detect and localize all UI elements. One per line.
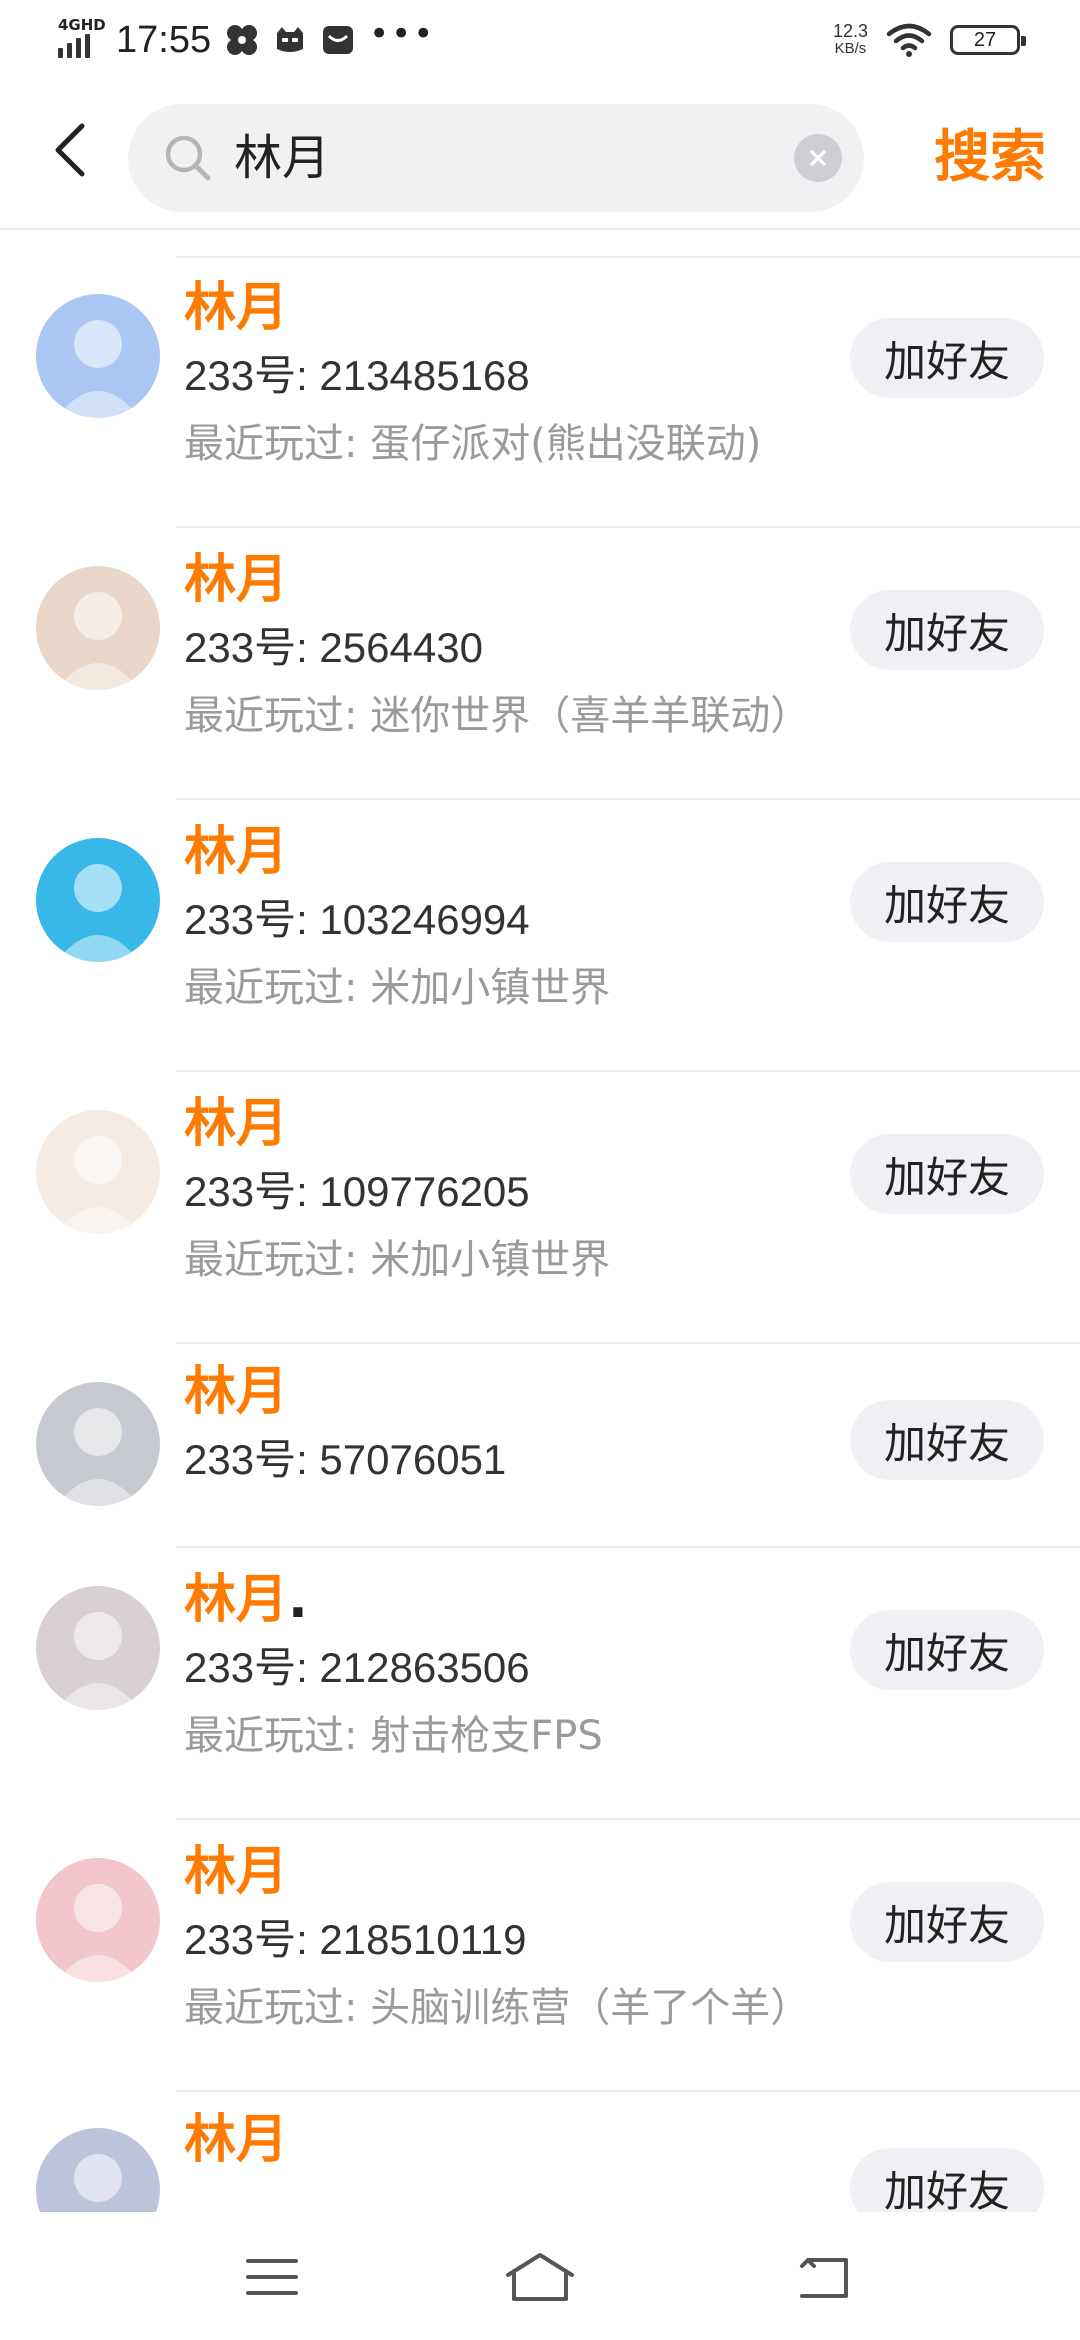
back-button[interactable]	[40, 120, 100, 180]
result-item[interactable]: 林月 233号: 2564430 最近玩过: 迷你世界（喜羊羊联动） 加好友	[0, 528, 1080, 800]
result-item[interactable]: 林月 233号: 213485168 最近玩过: 蛋仔派对(熊出没联动) 加好友	[0, 256, 1080, 528]
user-name: 林月	[184, 1840, 288, 1904]
user-name-text: 林月	[184, 1094, 289, 1154]
clear-search-button[interactable]	[794, 134, 842, 182]
battery-level: 27	[973, 28, 997, 51]
user-name: 林月	[184, 1092, 288, 1156]
user-id: 233号: 57076051	[184, 1436, 507, 1483]
result-item[interactable]: 林月. 233号: 212863506 最近玩过: 射击枪支FPS 加好友	[0, 1548, 1080, 1820]
search-submit-button[interactable]: 搜索	[934, 116, 1046, 200]
recently-played: 最近玩过: 蛋仔派对(熊出没联动)	[184, 421, 762, 467]
menu-button[interactable]	[232, 2242, 312, 2312]
user-name-text: 林月	[184, 2110, 289, 2170]
navigation-bar	[0, 2212, 1080, 2340]
avatar-portrait-icon	[56, 1612, 140, 1710]
result-item[interactable]: 林月 233号: 57076051 加好友	[0, 1344, 1080, 1548]
add-friend-button[interactable]: 加好友	[850, 1400, 1044, 1480]
user-name: 林月	[184, 548, 288, 612]
signal-bars-icon	[58, 32, 98, 58]
search-results-list: 林月 233号: 213485168 最近玩过: 蛋仔派对(熊出没联动) 加好友 林月 2…	[0, 256, 1080, 2212]
search-box[interactable]: 林月	[128, 104, 864, 212]
search-header: 林月 搜索	[0, 84, 1080, 230]
add-friend-button[interactable]: 加好友	[850, 1610, 1044, 1690]
recently-played: 最近玩过: 米加小镇世界	[184, 965, 611, 1011]
add-friend-button[interactable]: 加好友	[850, 862, 1044, 942]
chevron-left-icon	[55, 123, 85, 177]
home-icon	[506, 2253, 574, 2301]
user-name-text: 林月	[184, 278, 289, 338]
network-speed: 12.3 KB/s	[833, 22, 868, 58]
recently-played: 最近玩过: 头脑训练营（羊了个羊）	[184, 1985, 811, 2031]
add-friend-button[interactable]: 加好友	[850, 1882, 1044, 1962]
message-icon	[323, 26, 354, 54]
avatar-portrait-icon	[56, 320, 140, 418]
user-avatar[interactable]	[36, 2128, 160, 2212]
status-bar-right: 12.3 KB/s 27	[833, 22, 1026, 58]
user-name: 林月	[184, 1360, 288, 1424]
user-avatar[interactable]	[36, 1382, 160, 1506]
search-input[interactable]: 林月	[234, 104, 794, 212]
result-item[interactable]: 林月加好友	[0, 2092, 1080, 2212]
close-icon	[810, 150, 826, 166]
battery-indicator: 27	[950, 25, 1026, 55]
user-avatar[interactable]	[36, 1858, 160, 1982]
user-name: 林月.	[184, 1568, 308, 1632]
avatar-portrait-icon	[56, 864, 140, 962]
result-item[interactable]: 林月 233号: 218510119 最近玩过: 头脑训练营（羊了个羊） 加好友	[0, 1820, 1080, 2092]
user-avatar[interactable]	[36, 294, 160, 418]
user-name-text: 林月	[184, 550, 289, 610]
signal-indicator: 4GHD	[58, 16, 106, 62]
user-avatar[interactable]	[36, 838, 160, 962]
pinwheel-icon	[227, 25, 258, 55]
network-type: 4GHD	[58, 16, 106, 34]
avatar-portrait-icon	[56, 1408, 140, 1506]
status-bar-left: 4GHD 17:55 •••	[58, 14, 436, 62]
user-id: 233号: 109776205	[184, 1168, 530, 1215]
avatar-portrait-icon	[56, 1884, 140, 1982]
user-id: 233号: 103246994	[184, 896, 530, 943]
user-id: 233号: 218510119	[184, 1916, 527, 1963]
user-name: 林月	[184, 2108, 288, 2172]
recently-played: 最近玩过: 米加小镇世界	[184, 1237, 611, 1283]
recently-played: 最近玩过: 迷你世界（喜羊羊联动）	[184, 693, 811, 739]
user-name-text: 林月	[184, 1842, 289, 1902]
status-bar: 4GHD 17:55 ••• 12.3 KB/s 27	[0, 0, 1080, 84]
more-notifications-icon: •••	[369, 14, 436, 54]
clock: 17:55	[116, 18, 212, 61]
system-back-button[interactable]	[784, 2242, 864, 2312]
result-item[interactable]: 林月 233号: 103246994 最近玩过: 米加小镇世界 加好友	[0, 800, 1080, 1072]
avatar-portrait-icon	[56, 592, 140, 690]
add-friend-button[interactable]: 加好友	[850, 2148, 1044, 2212]
user-id: 233号: 212863506	[184, 1644, 530, 1691]
user-name: 林月	[184, 820, 288, 884]
user-id: 233号: 2564430	[184, 624, 483, 671]
add-friend-button[interactable]: 加好友	[850, 318, 1044, 398]
user-avatar[interactable]	[36, 566, 160, 690]
recently-played: 最近玩过: 射击枪支FPS	[184, 1713, 603, 1759]
avatar-portrait-icon	[56, 1136, 140, 1234]
avatar-portrait-icon	[74, 2154, 122, 2202]
user-name-suffix: .	[288, 1570, 308, 1630]
user-name-text: 林月	[184, 1570, 289, 1630]
back-icon	[800, 2258, 848, 2298]
result-item[interactable]: 林月 233号: 109776205 最近玩过: 米加小镇世界 加好友	[0, 1072, 1080, 1344]
add-friend-button[interactable]: 加好友	[850, 590, 1044, 670]
app-mascot-icon	[277, 27, 304, 52]
user-id: 233号: 213485168	[184, 352, 530, 399]
wifi-icon	[886, 23, 932, 57]
home-button[interactable]	[500, 2242, 580, 2312]
user-avatar[interactable]	[36, 1586, 160, 1710]
user-avatar[interactable]	[36, 1110, 160, 1234]
menu-icon	[246, 2259, 298, 2295]
user-name: 林月	[184, 276, 288, 340]
search-icon	[165, 135, 211, 181]
network-speed-unit: KB/s	[834, 40, 867, 57]
network-speed-value: 12.3	[832, 21, 868, 41]
user-name-text: 林月	[184, 822, 289, 882]
user-name-text: 林月	[184, 1362, 289, 1422]
add-friend-button[interactable]: 加好友	[850, 1134, 1044, 1214]
